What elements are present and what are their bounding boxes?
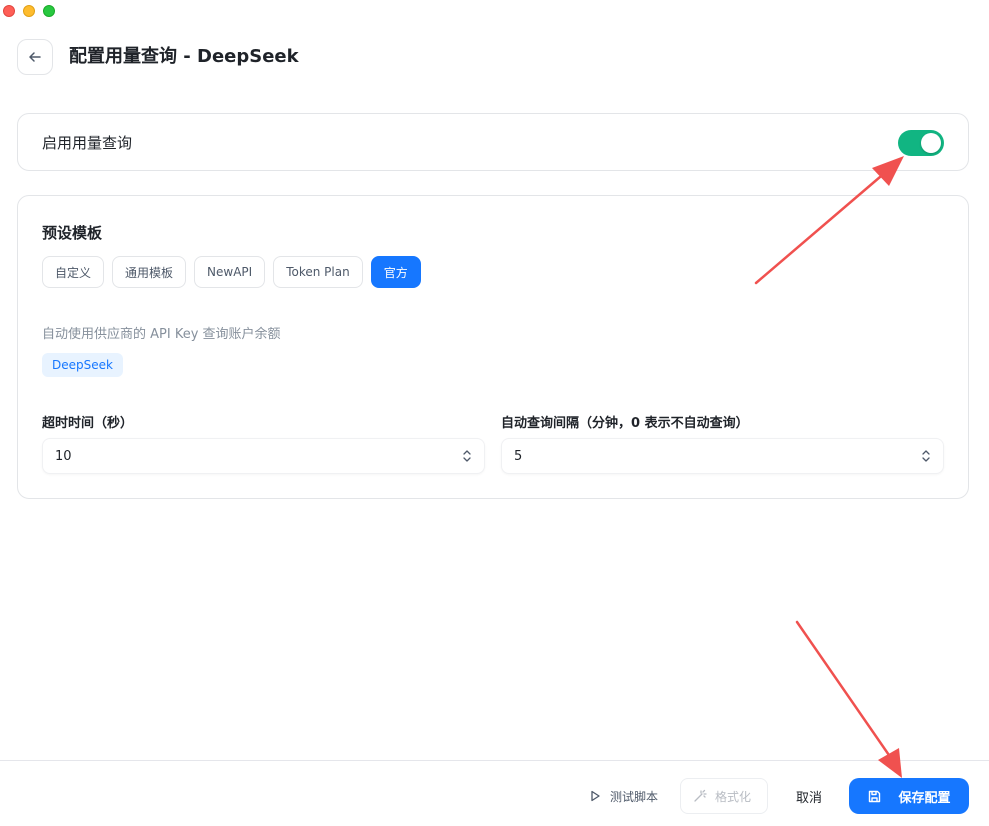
section-title: 预设模板 [42, 224, 103, 242]
format-button[interactable]: 格式化 [680, 778, 768, 814]
test-script-label: 测试脚本 [610, 789, 659, 804]
template-custom[interactable]: 自定义 [42, 256, 105, 288]
zoom-window-button[interactable] [43, 5, 55, 17]
test-script-button[interactable]: 测试脚本 [576, 778, 670, 814]
save-config-label: 保存配置 [898, 790, 951, 806]
preset-template-card: 预设模板 自定义 通用模板 NewAPI Token Plan 官方 自动使用供… [17, 195, 969, 499]
save-icon [869, 790, 881, 802]
back-button[interactable] [17, 39, 53, 75]
timeout-input[interactable]: 10 [42, 438, 485, 474]
page-title: 配置用量查询 - DeepSeek [69, 46, 299, 67]
enable-usage-toggle[interactable] [898, 130, 944, 156]
arrow-left-icon [29, 52, 41, 62]
template-tabs: 自定义 通用模板 NewAPI Token Plan 官方 [42, 256, 421, 288]
window-controls [3, 5, 55, 17]
timeout-label: 超时时间（秒） [42, 416, 134, 431]
enable-usage-label: 启用用量查询 [42, 134, 133, 152]
close-window-button[interactable] [3, 5, 15, 17]
magic-wand-icon [694, 789, 707, 802]
annotation-arrow-save [795, 620, 902, 778]
interval-label: 自动查询间隔（分钟，0 表示不自动查询） [501, 416, 749, 431]
play-icon [591, 790, 600, 802]
provider-tag: DeepSeek [42, 353, 123, 377]
template-newapi[interactable]: NewAPI [194, 256, 266, 288]
template-official[interactable]: 官方 [370, 256, 421, 288]
app-window: 配置用量查询 - DeepSeek 启用用量查询 预设模板 自定义 通用模板 N… [0, 0, 989, 826]
stepper-icon[interactable] [462, 449, 472, 463]
stepper-icon[interactable] [921, 449, 931, 463]
enable-usage-card: 启用用量查询 [17, 113, 969, 171]
interval-input[interactable]: 5 [501, 438, 944, 474]
interval-value: 5 [514, 448, 523, 464]
timeout-value: 10 [55, 448, 72, 464]
save-config-button[interactable]: 保存配置 [849, 778, 969, 814]
toggle-knob [921, 133, 941, 153]
footer-bar: 测试脚本 格式化 取消 保存配置 [0, 760, 989, 826]
minimize-window-button[interactable] [23, 5, 35, 17]
template-description: 自动使用供应商的 API Key 查询账户余额 [42, 327, 281, 342]
template-generic[interactable]: 通用模板 [112, 256, 187, 288]
cancel-button[interactable]: 取消 [784, 778, 834, 814]
format-label: 格式化 [715, 789, 752, 804]
template-token-plan[interactable]: Token Plan [273, 256, 363, 288]
